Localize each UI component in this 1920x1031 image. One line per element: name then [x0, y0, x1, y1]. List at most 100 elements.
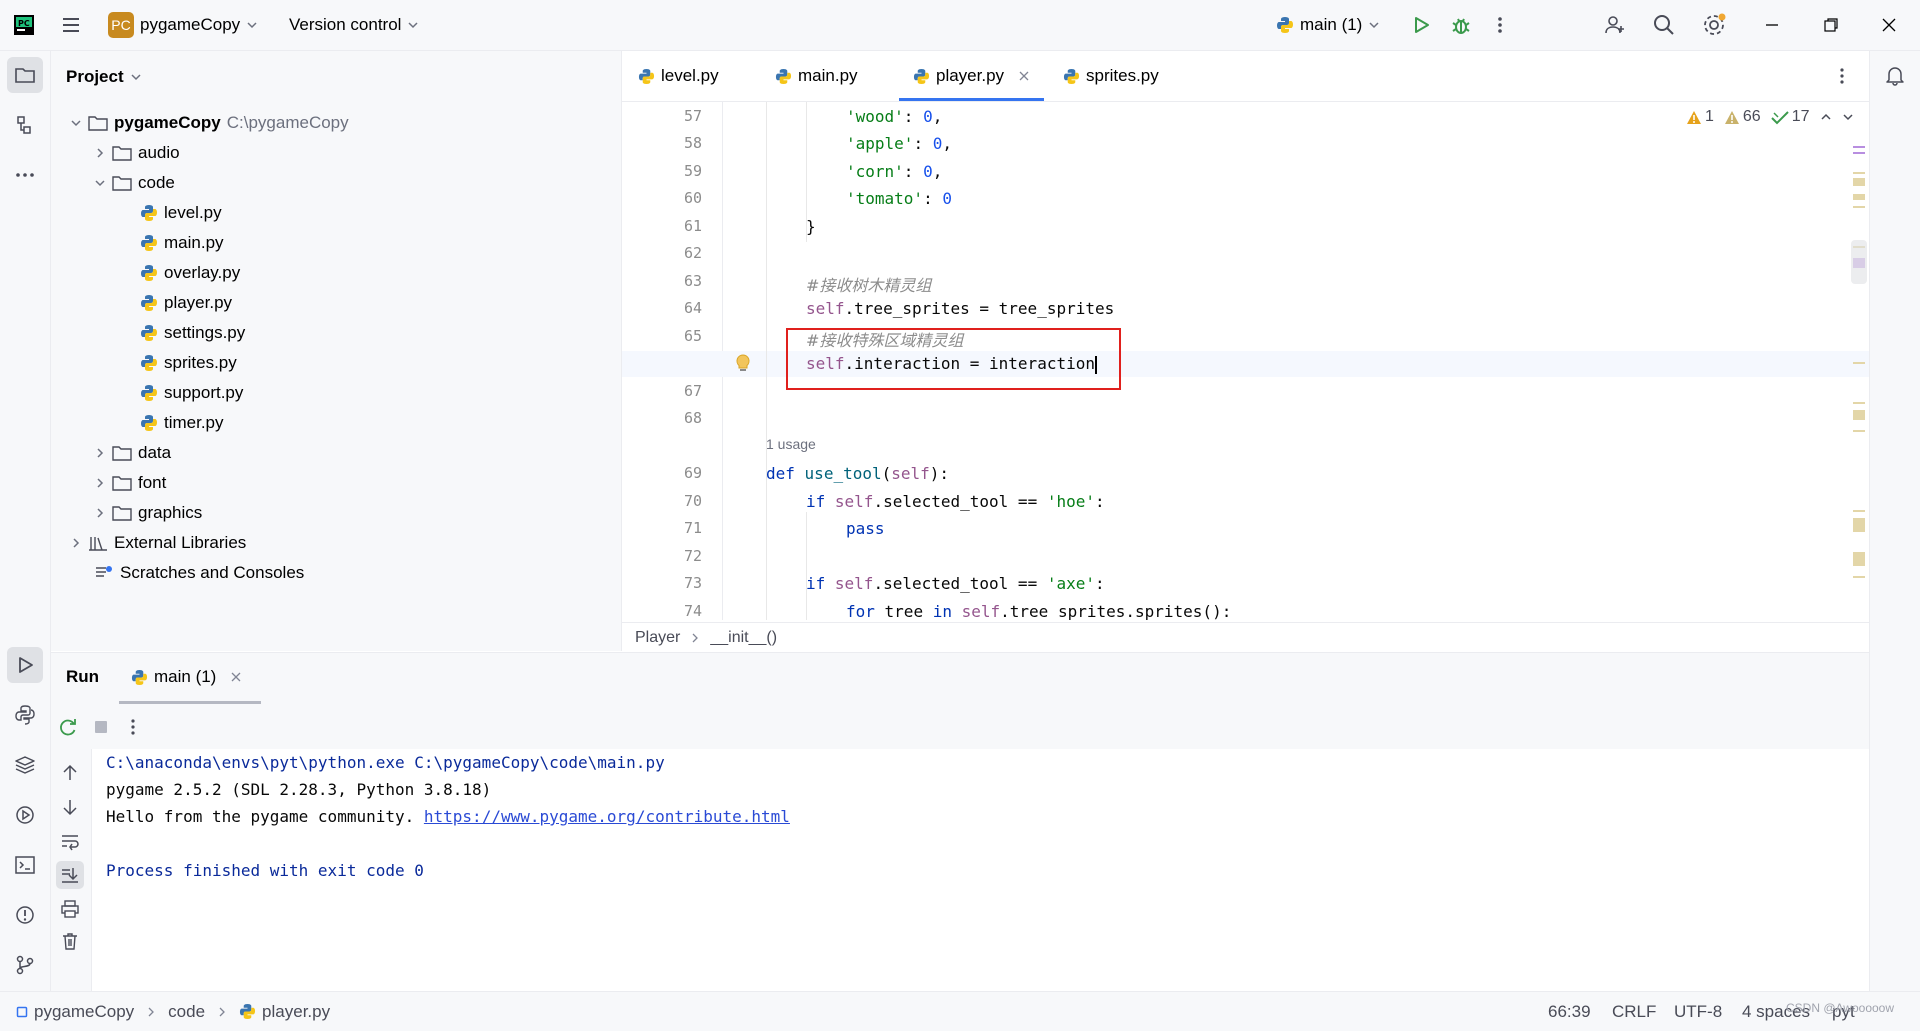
tree-item-code[interactable]: code	[94, 168, 175, 198]
terminal-icon	[15, 856, 35, 874]
chevron-right-icon[interactable]	[94, 477, 106, 489]
stop-button[interactable]	[93, 719, 109, 735]
version-control-menu[interactable]: Version control	[289, 0, 419, 50]
highlight-annotation-box	[786, 328, 1121, 390]
tree-item-settings-py[interactable]: settings.py	[140, 318, 245, 348]
tree-item-scratches[interactable]: Scratches and Consoles	[94, 558, 304, 588]
chevron-right-icon	[219, 1007, 225, 1016]
tree-item-overlay-py[interactable]: overlay.py	[140, 258, 240, 288]
tree-item-player-py[interactable]: player.py	[140, 288, 232, 318]
debug-button[interactable]	[1450, 0, 1472, 50]
tab-label: player.py	[936, 66, 1005, 85]
chevron-down-icon[interactable]	[1842, 111, 1854, 123]
tree-item-data[interactable]: data	[94, 438, 171, 468]
arrow-down-icon	[63, 800, 77, 816]
minimize-button[interactable]	[1763, 0, 1781, 50]
status-path: pygameCopy code player.py	[16, 992, 330, 1031]
chevron-down-icon[interactable]	[70, 117, 82, 129]
print-button[interactable]	[60, 899, 80, 919]
tree-item-audio[interactable]: audio	[94, 138, 180, 168]
typo-count[interactable]: 17	[1770, 108, 1810, 126]
problems-tool-button[interactable]	[7, 897, 43, 933]
status-line-separator[interactable]: CRLF	[1612, 992, 1656, 1031]
tab-main-py[interactable]: main.py	[775, 51, 858, 101]
console-link[interactable]: https://www.pygame.org/contribute.html	[424, 807, 790, 826]
chevron-right-icon[interactable]	[94, 147, 106, 159]
more-actions-button[interactable]	[1496, 0, 1504, 50]
console-output[interactable]: C:\anaconda\envs\pyt\python.exe C:\pygam…	[92, 749, 1869, 991]
run-more-button[interactable]	[129, 717, 137, 737]
project-tool-button[interactable]	[7, 57, 43, 93]
warning-triangle-icon	[1687, 110, 1701, 124]
version-control-label: Version control	[289, 15, 402, 34]
chevron-right-icon[interactable]	[70, 537, 82, 549]
status-encoding[interactable]: UTF-8	[1674, 992, 1722, 1031]
status-path-file[interactable]: player.py	[262, 1002, 330, 1022]
code-with-me-button[interactable]	[1603, 0, 1627, 50]
python-file-icon	[141, 265, 157, 281]
error-stripe[interactable]	[1851, 140, 1867, 610]
restore-button[interactable]	[1822, 0, 1840, 50]
layers-tool-button[interactable]	[7, 747, 43, 783]
status-path-project[interactable]: pygameCopy	[34, 1002, 134, 1022]
services-tool-button[interactable]	[7, 797, 43, 833]
search-button[interactable]	[1652, 0, 1676, 50]
scroll-down-button[interactable]	[60, 797, 80, 817]
error-count[interactable]: 1	[1686, 108, 1714, 126]
tab-level-py[interactable]: level.py	[638, 51, 719, 101]
run-tool-button[interactable]	[7, 647, 43, 683]
settings-button[interactable]	[1701, 0, 1727, 50]
scroll-up-button[interactable]	[60, 763, 80, 783]
notifications-button[interactable]	[1877, 57, 1913, 93]
tab-player-py[interactable]: player.py	[899, 51, 1045, 101]
breadcrumb-method[interactable]: __init__()	[710, 629, 777, 647]
inspection-widget[interactable]: 1 66 17	[1686, 108, 1854, 126]
rerun-button[interactable]	[57, 716, 79, 738]
tree-item-font[interactable]: font	[94, 468, 166, 498]
main-menu-icon[interactable]	[60, 0, 82, 50]
warning-count[interactable]: 66	[1724, 108, 1761, 126]
status-caret-position[interactable]: 66:39	[1548, 992, 1591, 1031]
run-tab-main[interactable]: main (1)	[119, 653, 261, 701]
close-tab-icon[interactable]	[1018, 70, 1030, 82]
chevron-up-icon[interactable]	[1820, 111, 1832, 123]
tree-item-timer-py[interactable]: timer.py	[140, 408, 224, 438]
clear-console-button[interactable]	[60, 931, 80, 951]
tree-item-main-py[interactable]: main.py	[140, 228, 224, 258]
status-path-folder[interactable]: code	[168, 1002, 205, 1022]
tree-item-graphics[interactable]: graphics	[94, 498, 202, 528]
close-window-button[interactable]	[1880, 0, 1898, 50]
run-button[interactable]	[1410, 0, 1432, 50]
close-icon	[1882, 18, 1896, 32]
tree-item-level-py[interactable]: level.py	[140, 198, 222, 228]
intention-bulb-icon[interactable]	[734, 354, 752, 374]
tab-sprites-py[interactable]: sprites.py	[1063, 51, 1159, 101]
python-packages-button[interactable]	[7, 697, 43, 733]
chevron-right-icon[interactable]	[94, 507, 106, 519]
tab-options-button[interactable]	[1838, 51, 1846, 101]
chevron-right-icon[interactable]	[94, 447, 106, 459]
soft-wrap-button[interactable]	[60, 831, 80, 851]
chevron-down-icon	[247, 22, 257, 29]
more-tools-button[interactable]	[7, 157, 43, 193]
editor-scroll-thumb[interactable]	[1851, 240, 1867, 284]
chevron-down-icon[interactable]	[94, 177, 106, 189]
project-panel-header[interactable]: Project	[66, 62, 142, 92]
pycharm-logo-icon[interactable]: PC	[12, 0, 36, 50]
structure-tool-button[interactable]	[7, 107, 43, 143]
tree-item-external-libraries[interactable]: External Libraries	[70, 528, 246, 558]
tree-item-sprites-py[interactable]: sprites.py	[140, 348, 237, 378]
run-config-selector[interactable]: main (1)	[1276, 0, 1380, 50]
git-tool-button[interactable]	[7, 947, 43, 983]
tree-root-pygamecopy[interactable]: pygameCopy C:\pygameCopy	[70, 108, 349, 138]
project-badge: PC	[108, 12, 134, 38]
usage-hint[interactable]: 1 usage	[766, 436, 816, 452]
terminal-tool-button[interactable]	[7, 847, 43, 883]
tree-item-support-py[interactable]: support.py	[140, 378, 243, 408]
project-switcher[interactable]: PC pygameCopy	[108, 0, 258, 50]
scroll-to-end-button[interactable]	[56, 861, 84, 889]
breadcrumb-class[interactable]: Player	[635, 629, 680, 647]
line-number: 71	[683, 519, 702, 537]
close-tab-icon[interactable]	[230, 671, 242, 683]
code-line-57: 'wood': 0,	[846, 107, 943, 126]
